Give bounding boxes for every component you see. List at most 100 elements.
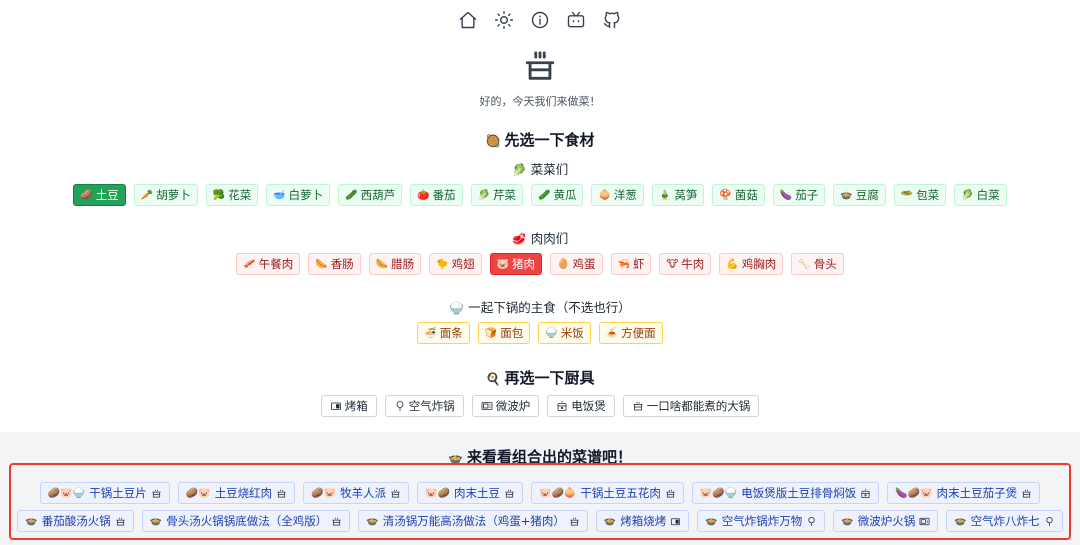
- recipe-label: 电饭煲版土豆排骨焖饭: [741, 486, 857, 500]
- meat-tag[interactable]: 🥓 午餐肉: [236, 253, 301, 275]
- veg-tag[interactable]: 🥣 白萝卜: [266, 184, 331, 206]
- meat-emoji-icon: 🌭: [375, 258, 389, 270]
- recipe-label: 干锅土豆五花肉: [580, 486, 661, 500]
- recipe-item[interactable]: 🍲 烤箱烧烤: [595, 510, 690, 532]
- recipe-label: 肉末土豆: [454, 486, 500, 500]
- veg-tag-label: 白萝卜: [288, 188, 324, 202]
- veg-tag[interactable]: 🧅 洋葱: [591, 184, 644, 206]
- recipe-item[interactable]: 🥔🐷 土豆烧红肉: [177, 482, 296, 504]
- veg-tag[interactable]: 🍆 茄子: [772, 184, 826, 206]
- staple-list: 🍜 面条 🍞 面包 🍚 米饭 🍝 方便面: [0, 322, 1080, 344]
- oven-icon: [330, 400, 342, 412]
- oven-icon: [670, 516, 681, 527]
- recipe-ingredients-icon: 🍲: [841, 515, 854, 527]
- meat-tag[interactable]: 🐷 猪肉: [489, 253, 543, 275]
- meat-tag[interactable]: 🌭 腊肠: [368, 253, 422, 275]
- meat-tag-label: 鸡胸肉: [741, 257, 777, 271]
- staple-tag[interactable]: 🍞 面包: [477, 322, 531, 344]
- veg-tag[interactable]: 🥦 花菜: [205, 184, 259, 206]
- recipe-item[interactable]: 🍲 骨头汤火锅锅底做法（全鸡版）: [141, 510, 351, 532]
- veg-tag-label: 番茄: [432, 188, 456, 202]
- staple-emoji-icon: 🍚: [545, 327, 558, 339]
- meat-tag[interactable]: 🦴 骨头: [791, 253, 844, 275]
- veg-tag[interactable]: 🥒 西葫芦: [338, 184, 403, 206]
- cookware-tag[interactable]: 电饭煲: [547, 395, 615, 417]
- recipe-ingredients-icon: 🍲: [366, 515, 379, 527]
- staple-tag[interactable]: 🍚 米饭: [538, 322, 591, 344]
- veg-tag[interactable]: 🎍 莴笋: [651, 184, 705, 206]
- recipe-label: 空气炸八炸七: [970, 514, 1040, 528]
- rice-icon: 🍚: [449, 301, 465, 315]
- recipe-item[interactable]: 🐷🥔🧅 干锅土豆五花肉: [531, 482, 684, 504]
- meat-tag[interactable]: 💪 鸡胸肉: [719, 253, 784, 275]
- veg-tag[interactable]: 🥗 包菜: [893, 184, 947, 206]
- veg-tag[interactable]: 🍄 菌菇: [712, 184, 765, 206]
- veg-tag[interactable]: 🥔 土豆: [73, 184, 126, 206]
- recipe-ingredients-icon: 🥔🐷: [185, 487, 211, 499]
- meat-icon: 🥩: [511, 232, 527, 246]
- home-icon[interactable]: [457, 9, 479, 31]
- meat-tag-label: 猪肉: [512, 257, 536, 271]
- recipe-ingredients-icon: 🍲: [149, 515, 163, 527]
- pot-icon: [276, 488, 287, 499]
- meat-tag[interactable]: 🦐 虾: [610, 253, 652, 275]
- staple-tag[interactable]: 🍜 面条: [417, 322, 470, 344]
- veg-emoji-icon: 🍲: [840, 189, 853, 201]
- meat-emoji-icon: 🐷: [496, 258, 510, 270]
- recipe-item[interactable]: 🐷🥔 肉末土豆: [417, 482, 523, 504]
- recipe-item[interactable]: 🍲 空气炸八炸七: [946, 510, 1063, 532]
- recipe-item[interactable]: 🥔🐷 牧羊人派: [303, 482, 410, 504]
- veg-tag[interactable]: 🍅 番茄: [410, 184, 463, 206]
- staple-tag-label: 面条: [439, 326, 463, 340]
- meat-tag-label: 腊肠: [391, 257, 415, 271]
- recipe-ingredients-icon: 🍲: [603, 515, 617, 527]
- cookware-list: 烤箱 空气炸锅 微波炉 电饭煲 一口啥都能煮的大锅: [0, 395, 1080, 417]
- veg-tag[interactable]: 🥕 胡萝卜: [133, 184, 198, 206]
- recipe-item[interactable]: 🍆🥔🐷 肉末土豆茄子煲: [887, 482, 1041, 504]
- meat-tag[interactable]: 🐮 牛肉: [659, 253, 712, 275]
- air-fryer-icon: [394, 400, 406, 412]
- veg-emoji-icon: 🥬: [961, 189, 974, 201]
- veg-tag[interactable]: 🥒 黄瓜: [531, 184, 584, 206]
- recipe-item[interactable]: 🥔🐷🍚 干锅土豆片: [39, 482, 170, 504]
- veg-tag-label: 胡萝卜: [156, 188, 191, 202]
- meat-tag[interactable]: 🌭 香肠: [308, 253, 361, 275]
- meat-tag-label: 骨头: [813, 257, 837, 271]
- info-icon[interactable]: [529, 9, 551, 31]
- sun-icon[interactable]: [493, 9, 515, 31]
- recipe-ingredients-icon: 🐷🥔: [425, 487, 450, 499]
- cookware-tag[interactable]: 烤箱: [320, 395, 377, 417]
- tv-icon[interactable]: [565, 9, 587, 31]
- pot-icon: [390, 488, 401, 499]
- top-nav: [0, 9, 1080, 31]
- rice-cooker-icon: [860, 488, 871, 499]
- recipe-item[interactable]: 🐷🥔🍚 电饭煲版土豆排骨焖饭: [691, 482, 880, 504]
- veg-tag-label: 茄子: [795, 188, 819, 202]
- github-icon[interactable]: [601, 9, 623, 31]
- veg-emoji-icon: 🍄: [719, 189, 732, 201]
- veg-tag[interactable]: 🥬 芹菜: [470, 184, 524, 206]
- recipe-item[interactable]: 🍲 番茄酸汤火锅: [17, 510, 134, 532]
- veg-tag[interactable]: 🥬 白菜: [954, 184, 1007, 206]
- recipe-item[interactable]: 🍲 微波炉火锅: [833, 510, 939, 532]
- veg-tag-label: 包菜: [916, 188, 940, 202]
- recipe-ingredients-icon: 🥔🐷: [311, 487, 337, 499]
- meat-tag[interactable]: 🐤 鸡翅: [429, 253, 482, 275]
- recipe-label: 骨头汤火锅锅底做法（全鸡版）: [166, 514, 328, 528]
- veg-emoji-icon: 🥕: [140, 189, 154, 201]
- recipe-item[interactable]: 🍲 清汤锅万能高汤做法（鸡蛋+猪肉）: [358, 510, 588, 532]
- cookware-tag[interactable]: 空气炸锅: [384, 395, 464, 417]
- recipe-label: 番茄酸汤火锅: [41, 514, 111, 528]
- cookware-tag[interactable]: 微波炉: [471, 395, 540, 417]
- recipe-item[interactable]: 🍲 空气炸锅炸万物: [697, 510, 826, 532]
- veg-emoji-icon: 🍆: [779, 189, 793, 201]
- cookware-tag[interactable]: 一口啥都能煮的大锅: [622, 395, 760, 417]
- meat-tag[interactable]: 🥚 鸡蛋: [550, 253, 603, 275]
- veg-tag[interactable]: 🍲 豆腐: [833, 184, 886, 206]
- veg-emoji-icon: 🥒: [345, 189, 358, 201]
- meat-tag-label: 鸡翅: [451, 257, 475, 271]
- cookware-tag-label: 烤箱: [344, 399, 368, 413]
- veg-tag-label: 洋葱: [613, 188, 637, 202]
- staple-tag[interactable]: 🍝 方便面: [598, 322, 663, 344]
- recipe-ingredients-icon: 🍆🥔🐷: [895, 487, 933, 499]
